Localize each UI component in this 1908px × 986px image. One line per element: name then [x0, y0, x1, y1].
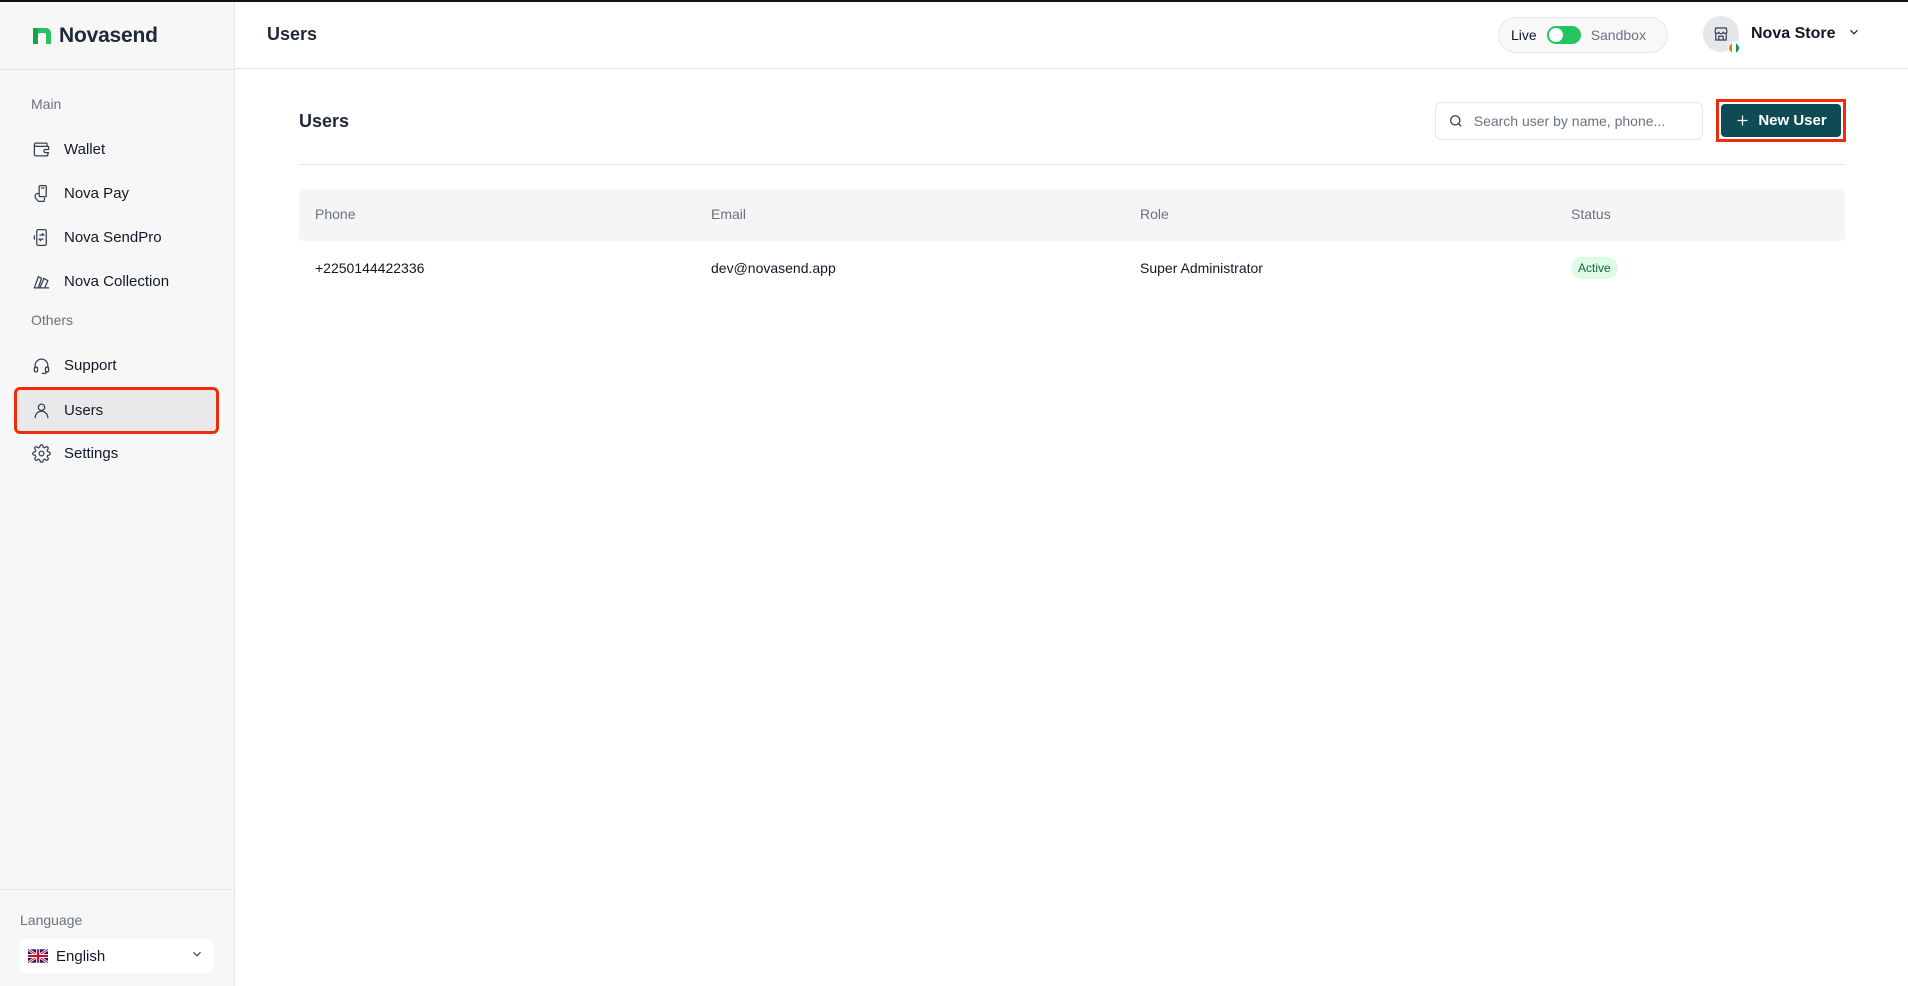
language-select[interactable]: English [20, 939, 214, 973]
env-switch[interactable] [1546, 26, 1581, 44]
brand-name: Novasend [59, 24, 158, 47]
page-title: Users [299, 111, 350, 131]
table-row[interactable]: +2250144422336 dev@novasend.app Super Ad… [299, 248, 1845, 290]
brand[interactable]: Novasend [31, 24, 158, 48]
sidebar-item-label: Settings [64, 445, 119, 462]
column-header-phone: Phone [315, 206, 356, 222]
env-live-label: Live [1511, 27, 1537, 43]
plus-icon [1737, 115, 1748, 126]
sidebar-item-label: Nova SendPro [64, 229, 162, 246]
headset-icon [31, 356, 51, 376]
env-sandbox-label: Sandbox [1590, 27, 1646, 43]
store-name: Nova Store [1751, 25, 1836, 42]
header-title: Users [267, 24, 318, 44]
sidebar-item-nova-pay[interactable]: Nova Pay [17, 173, 216, 214]
cell-role: Super Administrator [1140, 260, 1263, 276]
top-header: Users Live Sandbox Nova Store [235, 2, 1908, 69]
phone-transfer-icon [31, 228, 51, 248]
column-header-role: Role [1140, 206, 1169, 222]
sidebar-item-support[interactable]: Support [17, 345, 216, 386]
novasend-logo-icon [33, 28, 51, 44]
user-icon [31, 401, 51, 421]
chevron-down-icon [190, 947, 204, 966]
sidebar-item-settings[interactable]: Settings [17, 433, 216, 474]
section-label-others: Others [31, 312, 74, 328]
column-header-status: Status [1571, 206, 1611, 222]
search-icon [1449, 115, 1462, 127]
gear-icon [31, 444, 51, 464]
section-label-main: Main [31, 96, 62, 112]
search-input[interactable] [1473, 113, 1690, 129]
chevron-down-icon [1847, 25, 1861, 44]
collection-icon [31, 272, 51, 292]
cell-email: dev@novasend.app [711, 260, 836, 276]
sidebar-item-label: Nova Pay [64, 185, 130, 202]
sidebar-item-nova-sendpro[interactable]: Nova SendPro [17, 217, 216, 258]
sidebar-item-users[interactable]: Users [14, 387, 219, 434]
search-box [1435, 102, 1703, 140]
sidebar-item-label: Wallet [64, 141, 106, 158]
sidebar-item-label: Nova Collection [64, 273, 170, 290]
table-header: Phone Email Role Status [299, 189, 1845, 241]
language-value: English [56, 947, 106, 965]
content-divider [299, 164, 1845, 165]
environment-toggle[interactable]: Live Sandbox [1498, 17, 1668, 53]
wallet-icon [31, 140, 51, 160]
sidebar-item-wallet[interactable]: Wallet [17, 129, 216, 170]
language-divider [0, 889, 235, 890]
new-user-button[interactable]: New User [1721, 104, 1841, 137]
language-label: Language [20, 912, 83, 928]
new-user-highlight: New User [1716, 99, 1846, 142]
store-selector[interactable]: Nova Store [1703, 16, 1861, 54]
country-flag-icon [1728, 42, 1740, 54]
uk-flag-icon [28, 949, 48, 963]
status-badge: Active [1571, 257, 1618, 279]
cell-phone: +2250144422336 [315, 260, 425, 276]
sidebar-item-label: Support [64, 357, 117, 374]
new-user-label: New User [1758, 112, 1827, 129]
sidebar-divider [0, 69, 235, 70]
sidebar: Novasend Main Wallet Nova Pay Nova SendP… [0, 2, 235, 986]
sidebar-item-label: Users [64, 402, 104, 419]
hand-phone-icon [31, 184, 51, 204]
store-avatar [1703, 16, 1740, 54]
sidebar-item-nova-collection[interactable]: Nova Collection [17, 261, 216, 302]
column-header-email: Email [711, 206, 747, 222]
store-icon [1714, 27, 1728, 41]
